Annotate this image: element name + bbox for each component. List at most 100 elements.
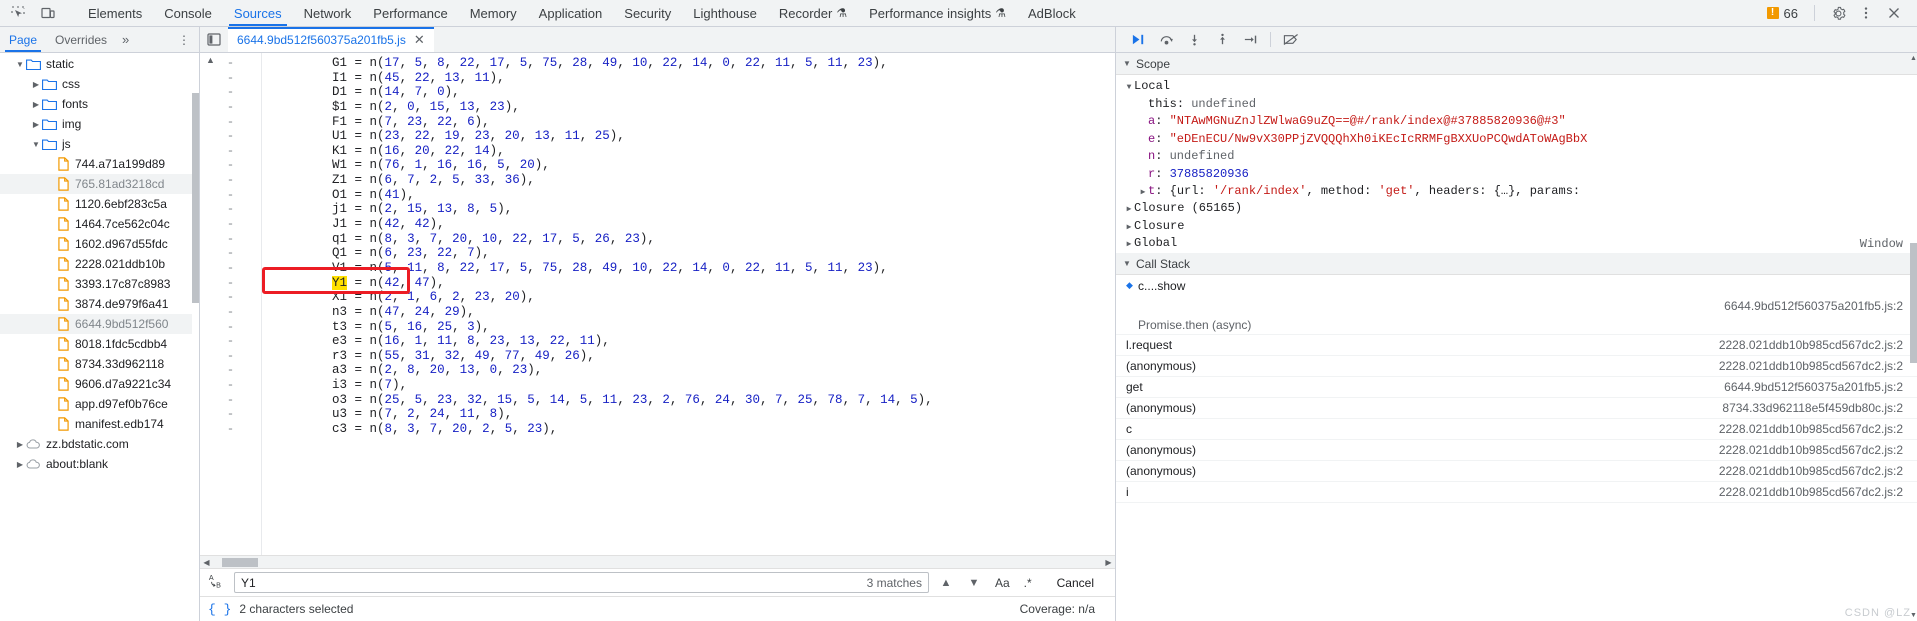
tree-origin-row[interactable]: ▶ zz.bdstatic.com — [0, 434, 199, 454]
code-line[interactable]: Q1 = n(6, 23, 22, 7), — [272, 246, 1115, 261]
gutter-marker[interactable]: - — [200, 100, 261, 115]
code-line[interactable]: X1 = n(2, 1, 6, 2, 23, 20), — [272, 290, 1115, 305]
scope-entry-t[interactable]: ▶ t: {url: '/rank/index', method: 'get', … — [1124, 183, 1917, 201]
code-line[interactable]: O1 = n(41), — [272, 188, 1115, 203]
step-into-next-function-call-icon[interactable] — [1182, 29, 1207, 51]
subtab-page[interactable]: Page — [0, 27, 46, 52]
callstack-frame-row[interactable]: (anonymous) 8734.33d962118e5f459db80c.js:… — [1116, 398, 1917, 419]
gear-icon[interactable] — [1825, 1, 1851, 25]
chevron-right-icon[interactable]: ▶ — [14, 460, 26, 469]
gutter-marker[interactable]: - — [200, 276, 261, 291]
tree-file-row[interactable]: 8018.1fdc5cdbb4 — [0, 334, 199, 354]
scope-entry-e[interactable]: e: "eDEnECU/Nw9vX30PPjZVQQQhXh0iKEcIcRRM… — [1124, 131, 1917, 149]
tree-folder-row[interactable]: ▶ css — [0, 74, 199, 94]
scope-local-header[interactable]: ▼ Local — [1124, 78, 1917, 96]
scroll-down-icon[interactable]: ▼ — [1910, 612, 1917, 619]
more-subtabs-icon[interactable]: » — [116, 32, 135, 47]
tree-file-row[interactable]: manifest.edb174 — [0, 414, 199, 434]
code-line[interactable]: c3 = n(8, 3, 7, 20, 2, 5, 23), — [272, 422, 1115, 437]
scroll-up-icon[interactable]: ▲ — [206, 55, 220, 65]
code-line[interactable]: J1 = n(42, 42), — [272, 217, 1115, 232]
step-icon[interactable] — [1238, 29, 1263, 51]
case-replace-icon[interactable]: A B — [206, 572, 228, 593]
warnings-badge[interactable]: ! 66 — [1761, 6, 1804, 21]
code-line[interactable]: W1 = n(76, 1, 16, 16, 5, 20), — [272, 158, 1115, 173]
tab-security[interactable]: Security — [613, 0, 682, 26]
deactivate-breakpoints-icon[interactable] — [1278, 29, 1303, 51]
tab-elements[interactable]: Elements — [77, 0, 153, 26]
scope-entry-n[interactable]: n: undefined — [1124, 148, 1917, 166]
resume-script-execution-icon[interactable] — [1126, 29, 1151, 51]
gutter-marker[interactable]: - — [200, 71, 261, 86]
tree-file-row[interactable]: 1464.7ce562c04c — [0, 214, 199, 234]
gutter-marker[interactable]: - — [200, 363, 261, 378]
code-line[interactable]: t3 = n(5, 16, 25, 3), — [272, 320, 1115, 335]
navigator-kebab-icon[interactable]: ⋮ — [169, 33, 199, 47]
gutter-marker[interactable]: - — [200, 349, 261, 364]
gutter-marker[interactable]: - — [200, 246, 261, 261]
tab-application[interactable]: Application — [528, 0, 614, 26]
cancel-search-button[interactable]: Cancel — [1042, 573, 1109, 593]
callstack-frame-row[interactable]: (anonymous) 2228.021ddb10b985cd567dc2.js:… — [1116, 461, 1917, 482]
tab-lighthouse[interactable]: Lighthouse — [682, 0, 768, 26]
code-line[interactable]: I1 = n(45, 22, 13, 11), — [272, 71, 1115, 86]
tab-memory[interactable]: Memory — [459, 0, 528, 26]
callstack-frame-row[interactable]: c 2228.021ddb10b985cd567dc2.js:2 — [1116, 419, 1917, 440]
debugger-scroll-thumb[interactable] — [1910, 243, 1917, 363]
gutter-marker[interactable]: - — [200, 290, 261, 305]
scope-entry-a[interactable]: a: "NTAwMGNuZnJlZWlwaG9uZQ==@#/rank/inde… — [1124, 113, 1917, 131]
editor-tab-file[interactable]: 6644.9bd512f560375a201fb5.js ✕ — [228, 27, 434, 52]
navigator-scrollbar[interactable] — [192, 53, 199, 621]
gutter-marker[interactable]: - — [200, 393, 261, 408]
code-line[interactable]: $1 = n(2, 0, 15, 13, 23), — [272, 100, 1115, 115]
gutter-marker[interactable]: - — [200, 422, 261, 437]
gutter-marker[interactable]: - — [200, 305, 261, 320]
tab-network[interactable]: Network — [293, 0, 363, 26]
code-line[interactable]: K1 = n(16, 20, 22, 14), — [272, 144, 1115, 159]
code-line[interactable]: n3 = n(47, 24, 29), — [272, 305, 1115, 320]
code-line[interactable]: i3 = n(7), — [272, 378, 1115, 393]
chevron-down-icon[interactable]: ▼ — [1124, 79, 1134, 97]
editor-gutter[interactable]: -------------------------- — [200, 53, 262, 555]
device-toolbar-icon[interactable] — [36, 2, 60, 24]
scope-closure-row[interactable]: ▶ Closure — [1124, 218, 1917, 236]
code-line[interactable]: j1 = n(2, 15, 13, 8, 5), — [272, 202, 1115, 217]
code-line[interactable]: u3 = n(7, 2, 24, 11, 8), — [272, 407, 1115, 422]
tree-file-row[interactable]: 1602.d967d55fdc — [0, 234, 199, 254]
tree-file-row[interactable]: 3874.de979f6a41 — [0, 294, 199, 314]
scope-closure-row[interactable]: ▶ Closure (65165) — [1124, 201, 1917, 219]
chevron-right-icon[interactable]: ▶ — [30, 100, 42, 109]
gutter-marker[interactable]: - — [200, 202, 261, 217]
kebab-menu-icon[interactable] — [1853, 1, 1879, 25]
code-line[interactable]: q1 = n(8, 3, 7, 20, 10, 22, 17, 5, 26, 2… — [272, 232, 1115, 247]
tab-sources[interactable]: Sources — [223, 0, 293, 26]
callstack-current-frame[interactable]: ◆ c....show — [1116, 275, 1917, 296]
gutter-marker[interactable]: - — [200, 232, 261, 247]
scroll-up-icon[interactable]: ▲ — [1910, 55, 1917, 62]
navigator-scroll-thumb[interactable] — [192, 93, 199, 303]
tree-file-row[interactable]: 1120.6ebf283c5a — [0, 194, 199, 214]
chevron-right-icon[interactable]: ▶ — [14, 440, 26, 449]
chevron-right-icon[interactable]: ▶ — [1124, 219, 1134, 237]
chevron-down-icon[interactable]: ▼ — [30, 140, 42, 149]
close-icon[interactable] — [1881, 1, 1907, 25]
tree-folder-row[interactable]: ▼ static — [0, 54, 199, 74]
code-line[interactable]: o3 = n(25, 5, 23, 32, 15, 5, 14, 5, 11, … — [272, 393, 1115, 408]
callstack-frame-row[interactable]: get 6644.9bd512f560375a201fb5.js:2 — [1116, 377, 1917, 398]
pretty-print-braces-icon[interactable]: { } — [208, 602, 231, 617]
chevron-right-icon[interactable]: ▶ — [1124, 201, 1134, 219]
code-line[interactable]: D1 = n(14, 7, 0), — [272, 85, 1115, 100]
tab-adblock[interactable]: AdBlock — [1017, 0, 1087, 26]
search-input[interactable] — [241, 575, 859, 590]
chevron-down-icon[interactable]: ▼ — [14, 60, 26, 69]
code-line[interactable]: F1 = n(7, 23, 22, 6), — [272, 115, 1115, 130]
tab-console[interactable]: Console — [153, 0, 223, 26]
tree-file-row[interactable]: 8734.33d962118 — [0, 354, 199, 374]
tree-origin-row[interactable]: ▶ about:blank — [0, 454, 199, 474]
code-line[interactable]: G1 = n(17, 5, 8, 22, 17, 5, 75, 28, 49, … — [272, 56, 1115, 71]
show-navigator-icon[interactable] — [200, 27, 228, 52]
gutter-marker[interactable]: - — [200, 144, 261, 159]
gutter-marker[interactable]: - — [200, 407, 261, 422]
gutter-marker[interactable]: - — [200, 320, 261, 335]
tree-file-row[interactable]: 3393.17c87c8983 — [0, 274, 199, 294]
